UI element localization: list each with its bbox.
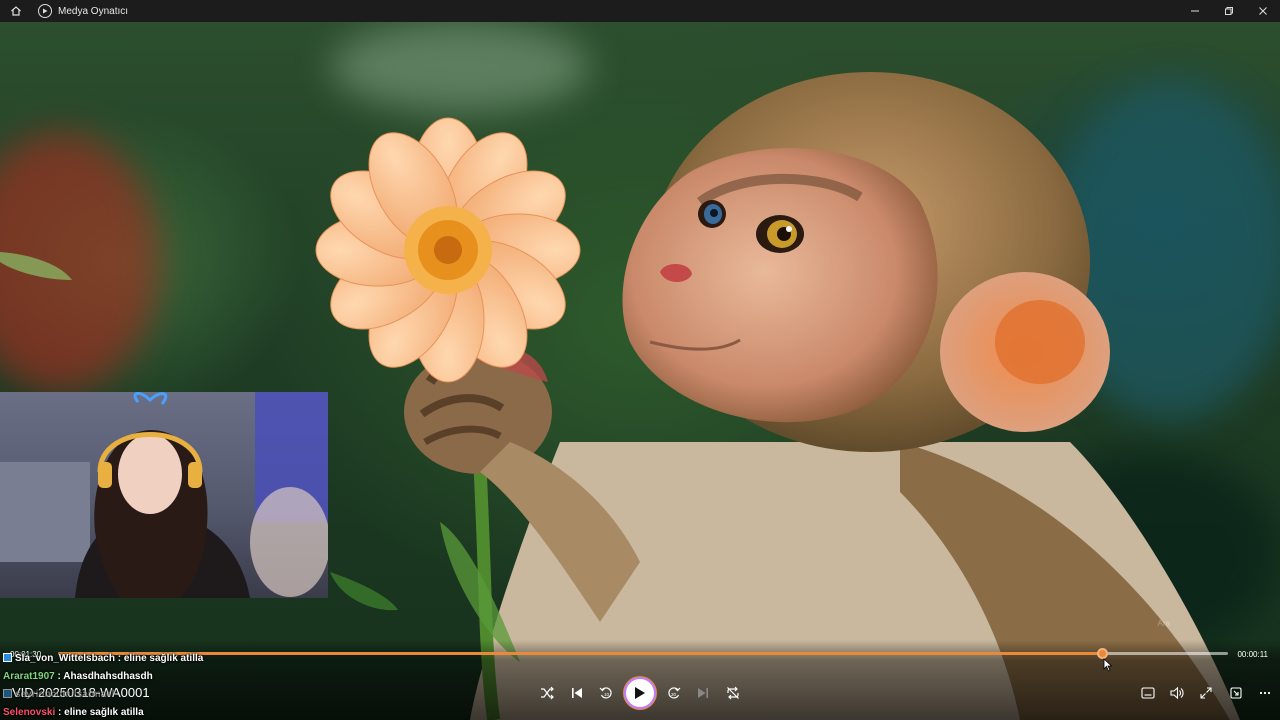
subtitles-icon — [1141, 687, 1155, 699]
restore-button[interactable] — [1212, 0, 1246, 22]
chat-username: Selenovski — [3, 707, 56, 718]
chat-text: eline sağlık atilla — [64, 707, 144, 718]
mouse-cursor-icon — [1103, 658, 1113, 672]
rewind-10-button[interactable]: 10 — [597, 684, 615, 702]
chat-badge-icon — [3, 653, 12, 662]
window-title: Medya Oynatıcı — [58, 5, 129, 17]
restore-icon — [1225, 7, 1233, 15]
chat-message: seyrioncukulsarmael — [0, 686, 330, 704]
chat-badge-icon — [3, 689, 12, 698]
volume-button[interactable] — [1168, 684, 1186, 702]
minimize-button[interactable] — [1178, 0, 1212, 22]
video-frame[interactable]: Ara — [0, 22, 1280, 720]
chat-separator: : — [55, 707, 65, 718]
fullscreen-icon — [1200, 687, 1212, 699]
more-icon — [1259, 691, 1271, 695]
chat-username: Sla_von_Wittelsbach — [15, 653, 115, 664]
repeat-button[interactable] — [724, 684, 742, 702]
chat-username: Ararat1907 — [3, 671, 55, 682]
time-remaining: 00:00:11 — [1237, 650, 1268, 659]
previous-icon — [572, 688, 582, 698]
play-icon — [635, 687, 645, 699]
chat-separator: : — [114, 653, 124, 664]
mini-player-icon — [1230, 687, 1242, 699]
next-icon — [698, 688, 708, 698]
close-button[interactable] — [1246, 0, 1280, 22]
rewind-10-icon: 10 — [599, 687, 612, 699]
chat-message: Selenovski : eline sağlık atilla — [0, 704, 330, 720]
media-player-icon — [38, 4, 52, 18]
chat-message: Ararat1907 : Ahasdhahsdhasdh — [0, 668, 330, 686]
shuffle-icon — [541, 686, 554, 700]
svg-text:10: 10 — [604, 692, 610, 697]
shuffle-button[interactable] — [538, 684, 556, 702]
mini-player-button[interactable] — [1227, 684, 1245, 702]
repeat-off-icon — [727, 686, 739, 700]
home-icon[interactable] — [8, 3, 24, 19]
title-bar: Medya Oynatıcı — [0, 0, 1280, 22]
chat-message: Sla_von_Wittelsbach : eline sağlık atill… — [0, 650, 330, 668]
svg-text:30: 30 — [671, 692, 677, 697]
minimize-icon — [1191, 10, 1199, 12]
fullscreen-button[interactable] — [1197, 684, 1215, 702]
chat-text: Ahasdhahsdhasdh — [63, 671, 153, 682]
more-options-button[interactable] — [1256, 684, 1274, 702]
volume-icon — [1170, 686, 1184, 700]
subtitles-button[interactable] — [1139, 684, 1157, 702]
video-watermark: Ara — [1157, 619, 1170, 628]
play-button[interactable] — [624, 677, 656, 709]
next-button[interactable] — [694, 684, 712, 702]
close-icon — [1259, 7, 1267, 15]
video-scene — [0, 72, 1240, 720]
webcam-overlay — [0, 392, 328, 598]
chat-separator: : — [54, 671, 64, 682]
previous-button[interactable] — [568, 684, 586, 702]
forward-30-icon: 30 — [668, 687, 681, 699]
chat-username: seyrioncukulsarmael — [15, 689, 115, 700]
chat-overlay: Sla_von_Wittelsbach : eline sağlık atill… — [0, 650, 330, 720]
chat-text: eline sağlık atilla — [123, 653, 204, 664]
forward-30-button[interactable]: 30 — [665, 684, 683, 702]
